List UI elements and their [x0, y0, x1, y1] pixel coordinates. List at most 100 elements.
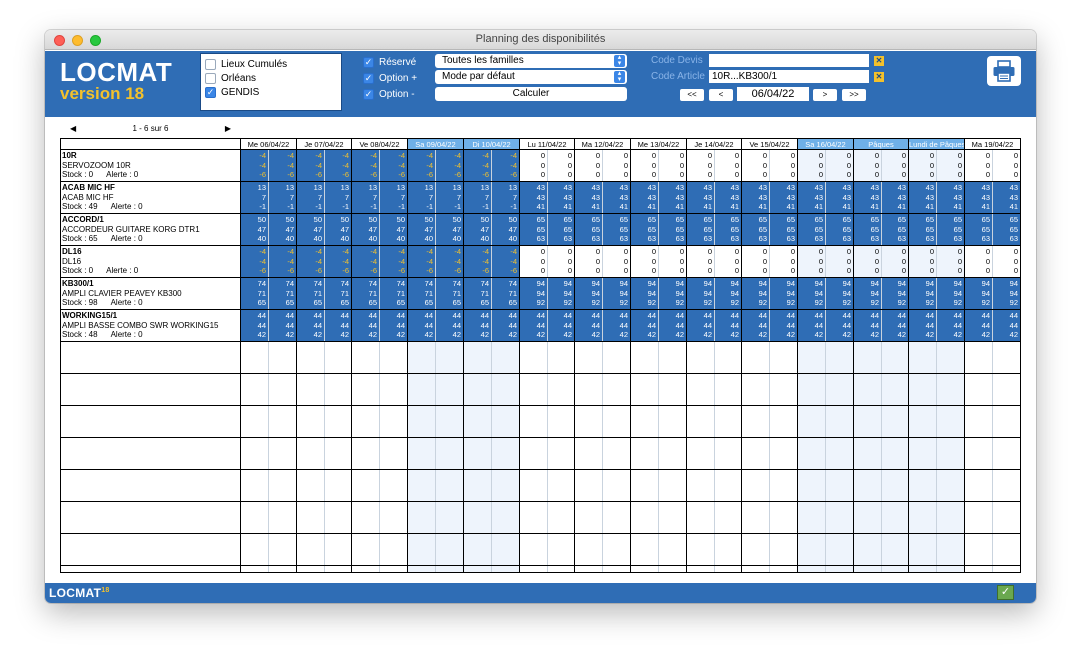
availability-cell[interactable]: 50 47 40 [408, 214, 435, 245]
availability-cell[interactable]: 000 [659, 150, 686, 181]
availability-cell[interactable]: 000 [937, 150, 964, 181]
availability-cell[interactable]: 44 44 42 [631, 310, 658, 341]
availability-cell[interactable]: 65 65 63 [798, 214, 825, 245]
article-row[interactable]: 10R SERVOZOOM 10R Stock : 0 Alerte : 0 [61, 150, 240, 182]
availability-cell[interactable]: 94 94 92 [993, 278, 1020, 309]
availability-cell[interactable]: 74 71 65 [464, 278, 491, 309]
date-header[interactable]: Me 06/04/22 [241, 139, 297, 150]
date-header[interactable]: Pâques [854, 139, 909, 150]
code-article-input[interactable]: 10R...KB300/1 [709, 70, 869, 83]
mode-select[interactable]: Mode par défaut ▴ ▾ [435, 70, 627, 84]
availability-cell[interactable]: -4 -4 -6 [297, 246, 324, 277]
availability-cell[interactable]: -4 -4 -6 [269, 246, 296, 277]
availability-cell[interactable]: 65 65 63 [631, 214, 658, 245]
availability-cell[interactable]: 000 [965, 150, 992, 181]
availability-cell[interactable]: 94 94 92 [826, 278, 853, 309]
availability-cell[interactable]: 74 71 65 [492, 278, 519, 309]
availability-cell[interactable]: 000 [854, 150, 881, 181]
availability-cell[interactable]: 94 94 92 [548, 278, 574, 309]
availability-cell[interactable]: -4 -4 -6 [241, 150, 268, 181]
availability-cell[interactable]: 94 94 92 [659, 278, 686, 309]
availability-cell[interactable]: 65 65 63 [715, 214, 741, 245]
pager-next-icon[interactable]: ▶ [225, 124, 231, 133]
availability-cell[interactable]: 44 44 42 [742, 310, 769, 341]
site-item-orleans[interactable]: Orléans [205, 71, 337, 85]
date-header[interactable]: Di 10/04/22 [464, 139, 520, 150]
date-header[interactable]: Sa 16/04/22 [798, 139, 854, 150]
availability-cell[interactable]: 94 94 92 [882, 278, 908, 309]
availability-cell[interactable]: 44 44 42 [492, 310, 519, 341]
availability-cell[interactable]: 13 7 -1 [352, 182, 379, 213]
availability-cell[interactable]: 000 [798, 246, 825, 277]
availability-cell[interactable]: 000 [770, 150, 797, 181]
availability-cell[interactable]: 000 [520, 246, 547, 277]
site-checkbox[interactable]: ✓ [205, 86, 216, 98]
availability-cell[interactable]: -4 -4 -6 [325, 246, 351, 277]
availability-cell[interactable]: 50 47 40 [325, 214, 351, 245]
availability-cell[interactable]: 000 [937, 246, 964, 277]
availability-cell[interactable]: 43 43 41 [909, 182, 936, 213]
availability-cell[interactable]: 43 43 41 [882, 182, 908, 213]
availability-cell[interactable]: 44 44 42 [464, 310, 491, 341]
availability-cell[interactable]: 44 44 42 [882, 310, 908, 341]
availability-cell[interactable]: 74 71 65 [269, 278, 296, 309]
first-date-button[interactable]: << [680, 89, 704, 101]
availability-cell[interactable]: -4 -4 -6 [352, 150, 379, 181]
availability-cell[interactable]: 13 7 -1 [464, 182, 491, 213]
availability-cell[interactable]: 65 65 63 [937, 214, 964, 245]
availability-cell[interactable]: -4 -4 -6 [436, 246, 463, 277]
clear-devis-icon[interactable]: ✕ [874, 56, 884, 66]
availability-cell[interactable]: 43 43 41 [659, 182, 686, 213]
option-minus[interactable]: ✓ Option - [363, 86, 417, 102]
print-button[interactable] [987, 56, 1021, 86]
availability-cell[interactable]: 44 44 42 [297, 310, 324, 341]
availability-cell[interactable]: 65 65 63 [909, 214, 936, 245]
availability-cell[interactable]: 74 71 65 [380, 278, 407, 309]
availability-cell[interactable]: -4 -4 -6 [408, 150, 435, 181]
availability-cell[interactable]: 44 44 42 [436, 310, 463, 341]
availability-cell[interactable]: -4 -4 -6 [352, 246, 379, 277]
availability-cell[interactable]: 65 65 63 [659, 214, 686, 245]
option-reserve[interactable]: ✓ Réservé [363, 54, 417, 70]
date-header[interactable]: Ve 15/04/22 [742, 139, 798, 150]
date-input[interactable]: 06/04/22 [737, 87, 809, 101]
availability-cell[interactable]: 44 44 42 [575, 310, 602, 341]
article-row[interactable]: ACAB MIC HF ACAB MIC HF Stock : 49 Alerte :… [61, 182, 240, 214]
availability-cell[interactable]: 13 7 -1 [408, 182, 435, 213]
last-date-button[interactable]: >> [842, 89, 866, 101]
availability-cell[interactable]: -4 -4 -6 [297, 150, 324, 181]
availability-cell[interactable]: 000 [742, 246, 769, 277]
availability-cell[interactable]: 13 7 -1 [297, 182, 324, 213]
availability-cell[interactable]: 44 44 42 [770, 310, 797, 341]
option-minus-checkbox[interactable]: ✓ [363, 88, 374, 100]
availability-cell[interactable]: 94 94 92 [854, 278, 881, 309]
date-header[interactable]: Ve 08/04/22 [352, 139, 408, 150]
availability-cell[interactable]: -4 -4 -6 [380, 150, 407, 181]
availability-cell[interactable]: 000 [575, 150, 602, 181]
availability-cell[interactable]: 44 44 42 [798, 310, 825, 341]
availability-cell[interactable]: 94 94 92 [687, 278, 714, 309]
availability-cell[interactable]: 44 44 42 [408, 310, 435, 341]
availability-cell[interactable]: 13 7 -1 [380, 182, 407, 213]
date-header[interactable]: Je 07/04/22 [297, 139, 352, 150]
availability-cell[interactable]: 44 44 42 [352, 310, 379, 341]
availability-cell[interactable]: 13 7 -1 [269, 182, 296, 213]
family-select[interactable]: Toutes les familles ▴ ▾ [435, 54, 627, 68]
availability-cell[interactable]: 44 44 42 [826, 310, 853, 341]
availability-cell[interactable]: 65 65 63 [575, 214, 602, 245]
reserve-checkbox[interactable]: ✓ [363, 56, 374, 68]
availability-cell[interactable]: 50 47 40 [241, 214, 268, 245]
availability-cell[interactable]: 94 94 92 [742, 278, 769, 309]
availability-cell[interactable]: 44 44 42 [380, 310, 407, 341]
availability-cell[interactable]: 74 71 65 [352, 278, 379, 309]
availability-cell[interactable]: 94 94 92 [575, 278, 602, 309]
availability-cell[interactable]: 74 71 65 [241, 278, 268, 309]
availability-cell[interactable]: 000 [687, 150, 714, 181]
date-header[interactable]: Je 14/04/22 [687, 139, 742, 150]
availability-cell[interactable]: 000 [742, 150, 769, 181]
availability-cell[interactable]: 43 43 41 [826, 182, 853, 213]
availability-cell[interactable]: -4 -4 -6 [325, 150, 351, 181]
availability-cell[interactable]: 000 [965, 246, 992, 277]
availability-cell[interactable]: 44 44 42 [687, 310, 714, 341]
availability-cell[interactable]: -4 -4 -6 [269, 150, 296, 181]
